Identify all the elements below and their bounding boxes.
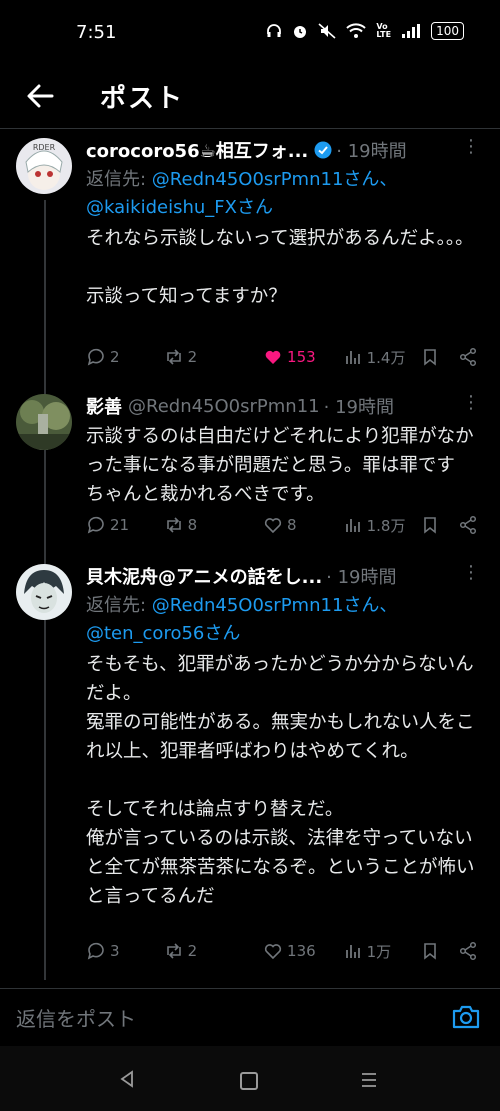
post-time: · 19時間 [323, 397, 394, 418]
like-count: 8 [287, 516, 297, 534]
reply-to: 返信先: @Redn45O0srPmn11さん、 @kaikideishu_FX… [86, 166, 478, 222]
more-options-icon[interactable]: ⋮ [462, 562, 480, 583]
alarm-icon [294, 26, 307, 38]
post-actions: 3 2 136 1万 [86, 938, 478, 964]
like-count: 136 [287, 942, 316, 960]
reply-button[interactable]: 21 [86, 515, 164, 535]
repost-count: 2 [187, 942, 198, 960]
view-count: 1.4万 [366, 348, 406, 367]
author-name[interactable]: 貝木泥舟@アニメの話をし... [86, 563, 322, 589]
svg-text:RDER: RDER [33, 143, 56, 152]
author-name[interactable]: 影善 [86, 393, 122, 419]
view-count: 1万 [366, 942, 392, 961]
status-icons: Vo LTE 100 [266, 22, 464, 40]
post-meta: 貝木泥舟@アニメの話をし... · 19時間 [86, 562, 478, 590]
reply-input[interactable]: 返信をポスト [16, 1003, 136, 1032]
like-button[interactable]: 8 [263, 515, 343, 535]
heart-filled-icon [265, 350, 281, 364]
reply-count: 21 [110, 516, 130, 534]
status-bar: 7:51 Vo LTE 100 [0, 0, 500, 66]
share-icon [459, 515, 477, 535]
reply-icon [87, 516, 104, 534]
headphones-icon [267, 24, 282, 37]
share-icon [459, 941, 477, 961]
views-icon [345, 945, 360, 958]
post-actions: 2 2 153 1.4万 [86, 344, 478, 370]
repost-icon [166, 943, 181, 959]
verified-badge-icon [314, 141, 332, 159]
heart-icon [264, 518, 282, 534]
back-arrow-icon[interactable] [22, 78, 58, 114]
reply-icon [87, 942, 104, 960]
more-options-icon[interactable]: ⋮ [462, 136, 480, 157]
reply-button[interactable]: 2 [86, 347, 164, 367]
repost-count: 2 [187, 348, 198, 366]
repost-count: 8 [187, 516, 198, 534]
bookmark-button[interactable] [420, 347, 458, 367]
heart-icon [264, 944, 282, 960]
repost-icon [166, 349, 181, 365]
reply-to-label: 返信先: [86, 169, 152, 190]
nav-recent-apps-icon[interactable] [361, 1072, 377, 1088]
mute-icon [318, 23, 336, 39]
repost-icon [166, 517, 181, 533]
avatar[interactable] [16, 564, 72, 620]
repost-button[interactable]: 2 [164, 347, 263, 367]
views-button[interactable]: 1万 [343, 941, 421, 962]
view-count: 1.8万 [366, 516, 406, 535]
share-button[interactable] [458, 941, 478, 961]
views-icon [345, 519, 360, 532]
author-handle[interactable]: @Redn45O0srPmn11 [128, 396, 320, 417]
views-icon [345, 351, 360, 364]
reply-to-label: 返信先: [86, 595, 152, 616]
share-button[interactable] [458, 515, 478, 535]
like-button[interactable]: 153 [263, 347, 343, 367]
views-button[interactable]: 1.8万 [343, 515, 421, 536]
like-count: 153 [287, 348, 316, 366]
post-meta: 影善 @Redn45O0srPmn11 · 19時間 [86, 392, 478, 420]
volte-icon: Vo LTE [376, 22, 392, 39]
system-nav-bar [0, 1046, 500, 1111]
author-name[interactable]: corocoro56☕相互フォ... [86, 137, 308, 163]
page-title: ポスト [100, 84, 185, 114]
bookmark-button[interactable] [420, 941, 458, 961]
bookmark-icon [424, 349, 437, 366]
status-time: 7:51 [76, 22, 117, 43]
like-button[interactable]: 136 [263, 941, 343, 961]
nav-back-icon[interactable] [118, 1070, 136, 1088]
post-text: それなら示談しないって選択があるんだよ。。。 示談って知ってますか？ [86, 228, 474, 307]
signal-icon [402, 24, 421, 38]
post-text: そもそも、犯罪があったかどうか分からないんだよ。 冤罪の可能性がある。無実かもし… [86, 654, 475, 907]
reply-to: 返信先: @Redn45O0srPmn11さん、 @ten_coro56さん [86, 592, 478, 648]
top-bar: ポスト [0, 66, 500, 129]
battery-icon: 100 [431, 22, 464, 40]
repost-button[interactable]: 2 [164, 941, 263, 961]
avatar[interactable] [16, 394, 72, 450]
bookmark-button[interactable] [420, 515, 458, 535]
bookmark-icon [424, 517, 437, 534]
share-button[interactable] [458, 347, 478, 367]
post-text: 示談するのは自由だけどそれにより犯罪がなかった事になる事が問題だと思う。罪は罪で… [86, 426, 474, 505]
avatar[interactable]: RDER [16, 138, 72, 194]
post-time: · 19時間 [336, 141, 407, 162]
repost-button[interactable]: 8 [164, 515, 263, 535]
reply-count: 2 [110, 348, 120, 366]
reply-icon [87, 348, 104, 366]
reply-count: 3 [110, 942, 120, 960]
share-icon [459, 347, 477, 367]
reply-composer: 返信をポスト [0, 988, 500, 1047]
more-options-icon[interactable]: ⋮ [462, 392, 480, 413]
nav-home-icon[interactable] [240, 1072, 258, 1090]
post-meta: corocoro56☕相互フォ... · 19時間 [86, 136, 478, 164]
camera-icon[interactable] [450, 1001, 482, 1033]
post-time: · 19時間 [326, 567, 397, 588]
views-button[interactable]: 1.4万 [343, 347, 421, 368]
reply-button[interactable]: 3 [86, 941, 164, 961]
bookmark-icon [424, 943, 437, 960]
post-actions: 21 8 8 1.8万 [86, 512, 478, 538]
wifi-icon [346, 23, 367, 38]
